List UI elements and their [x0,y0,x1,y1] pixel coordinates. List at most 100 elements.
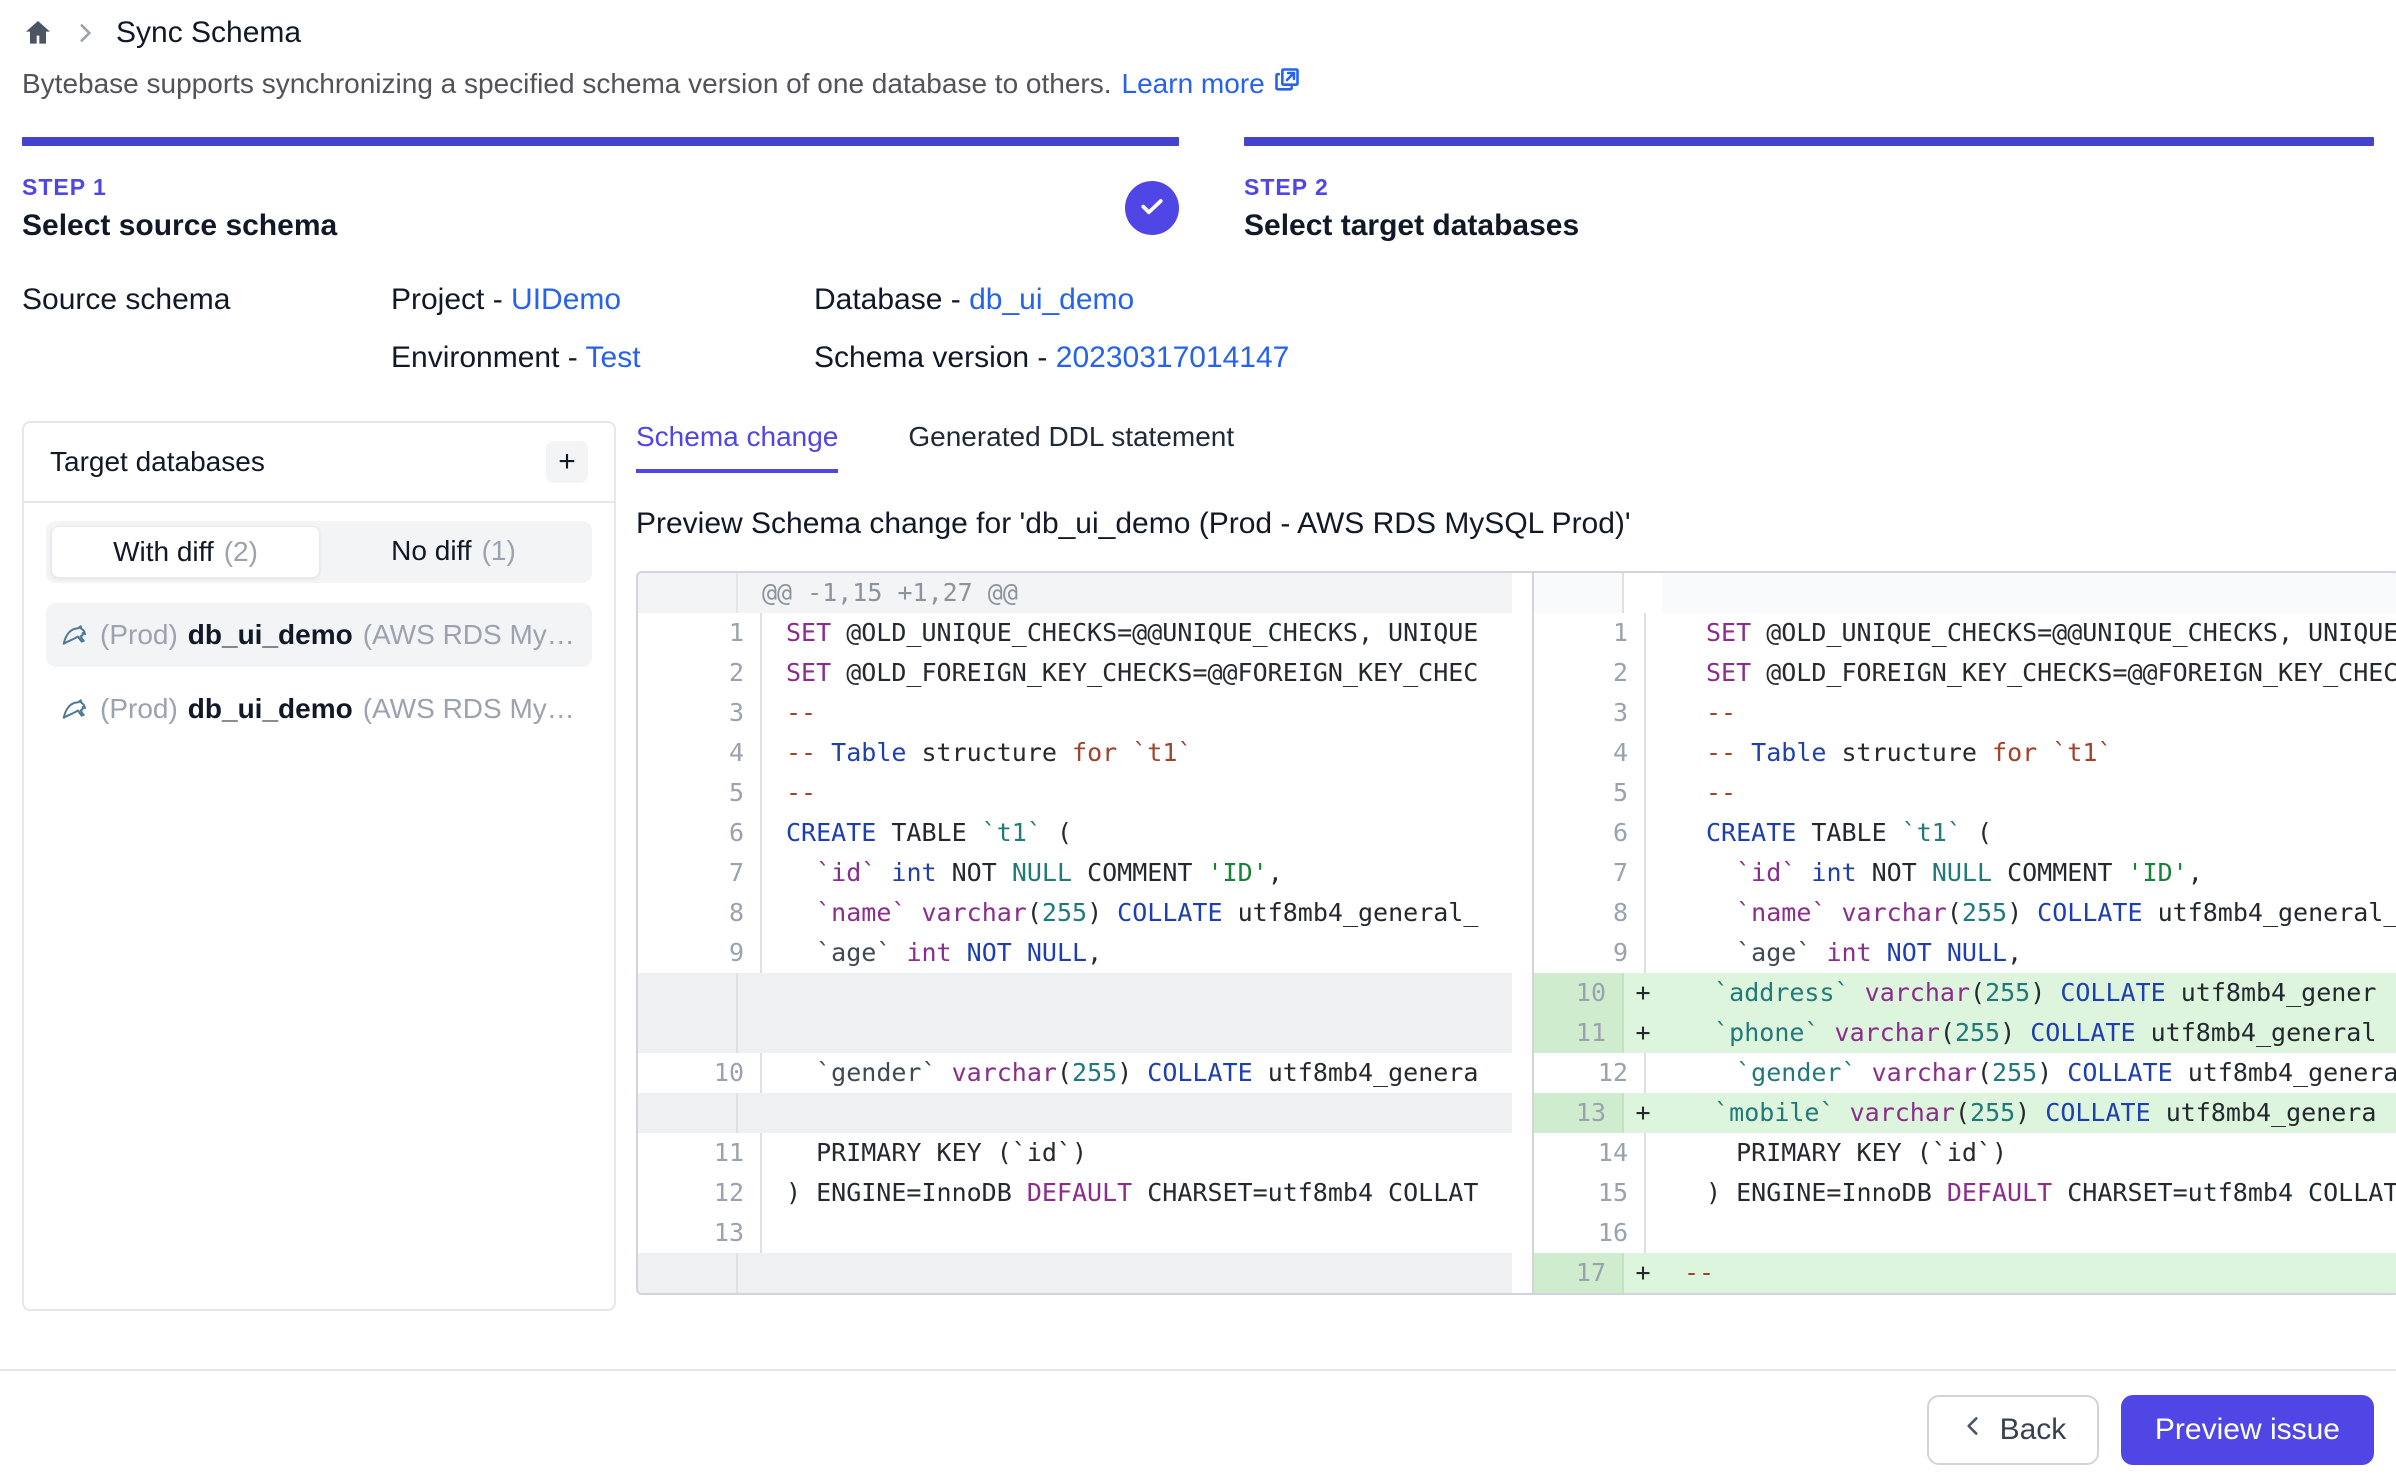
diff-code-line: PRIMARY KEY (`id`) [762,1133,1512,1173]
source-schema-summary: Source schema Project - UIDemo Database … [0,283,2396,375]
preview-issue-button[interactable]: Preview issue [2121,1395,2374,1465]
diff-row: 10 `gender` varchar(255) COLLATE utf8mb4… [638,1053,1512,1093]
diff-code-line: `phone` varchar(255) COLLATE utf8mb4_gen… [1662,1013,2396,1053]
diff-add-sign [1646,813,1684,853]
schema-diff-viewer[interactable]: @@ -1,15 +1,27 @@1SET @OLD_UNIQUE_CHECKS… [636,571,2396,1295]
diff-row: 1SET @OLD_UNIQUE_CHECKS=@@UNIQUE_CHECKS,… [638,613,1512,653]
diff-code-line: `address` varchar(255) COLLATE utf8mb4_g… [1662,973,2396,1013]
diff-line-number: 8 [1556,893,1646,933]
diff-line-number: 2 [1556,653,1646,693]
target-databases-title: Target databases [50,446,265,478]
home-icon[interactable] [22,17,54,49]
check-icon [1137,191,1167,226]
step-1-label: STEP 1 [22,174,1179,201]
diff-add-sign [1646,1173,1684,1213]
diff-add-sign [1646,613,1684,653]
diff-row: 9 `age` int NOT NULL, [638,933,1512,973]
diff-line-number: 13 [662,1213,762,1253]
field-project: Project - UIDemo [391,283,814,317]
sync-schema-page: Sync Schema Bytebase supports synchroniz… [0,0,2396,1480]
learn-more-link[interactable]: Learn more [1122,66,1301,101]
schema-change-section: Schema change Generated DDL statement Pr… [636,421,2396,1295]
diff-code-line: SET @OLD_UNIQUE_CHECKS=@@UNIQUE_CHECKS, … [762,613,1512,653]
diff-line-number: 9 [1556,933,1646,973]
diff-add-sign [1646,853,1684,893]
diff-line-number: 12 [1556,1053,1646,1093]
diff-line-number [638,1013,738,1053]
diff-code-line: `mobile` varchar(255) COLLATE utf8mb4_ge… [1662,1093,2396,1133]
diff-line-number: 6 [662,813,762,853]
diff-code-line: CREATE TABLE `t1` ( [762,813,1512,853]
field-database: Database - db_ui_demo [814,283,1289,317]
step-1-progress-bar [22,137,1179,146]
source-schema-label: Source schema [22,283,391,375]
diff-line-number: 15 [1556,1173,1646,1213]
diff-row: @@ -1,15 +1,27 @@ [638,573,1512,613]
tab-schema-change[interactable]: Schema change [636,421,838,473]
diff-add-sign [1646,653,1684,693]
diff-row: 16 [1534,1213,2396,1253]
diff-add-sign [1646,693,1684,733]
diff-code-line: -- Table structure for `t1` [1684,733,2396,773]
diff-row [638,1013,1512,1053]
diff-row: 9 `age` int NOT NULL, [1534,933,2396,973]
database-list-item[interactable]: (Prod) db_ui_demo (AWS RDS MyS... [46,603,592,667]
diff-add-sign [1624,573,1662,613]
database-list: (Prod) db_ui_demo (AWS RDS MyS... (Prod)… [46,603,592,741]
diff-line-number: 6 [1556,813,1646,853]
diff-line-number: 3 [662,693,762,733]
diff-row: 6CREATE TABLE `t1` ( [1534,813,2396,853]
diff-line-number: 10 [662,1053,762,1093]
diff-row: 3-- [1534,693,2396,733]
diff-line-number [638,1253,738,1293]
diff-code-line: ) ENGINE=InnoDB DEFAULT CHARSET=utf8mb4 … [1684,1173,2396,1213]
add-database-button[interactable]: + [546,441,588,483]
tab-no-diff[interactable]: No diff (1) [320,526,587,576]
step-1-completed-badge [1125,181,1179,235]
diff-code-line [762,1213,1512,1253]
schema-version-link[interactable]: 20230317014147 [1056,341,1290,374]
main-content: Target databases + With diff (2) No diff… [0,421,2396,1311]
diff-row: 7 `id` int NOT NULL COMMENT 'ID', [638,853,1512,893]
field-environment: Environment - Test [391,341,814,375]
back-button[interactable]: Back [1927,1395,2099,1465]
diff-code-line [1662,573,2396,613]
diff-code-line: `gender` varchar(255) COLLATE utf8mb4_ge… [762,1053,1512,1093]
footer-divider [0,1369,2396,1371]
diff-row: 13 [638,1213,1512,1253]
tab-generated-ddl[interactable]: Generated DDL statement [908,421,1234,473]
intro-text: Bytebase supports synchronizing a specif… [22,68,1112,100]
diff-pane-new: 1SET @OLD_UNIQUE_CHECKS=@@UNIQUE_CHECKS,… [1532,573,2396,1293]
diff-line-number: 7 [1556,853,1646,893]
diff-code-line [1684,1213,2396,1253]
diff-add-sign [1646,1053,1684,1093]
diff-row [638,1253,1512,1293]
diff-code-line: `id` int NOT NULL COMMENT 'ID', [762,853,1512,893]
diff-add-sign [1646,1213,1684,1253]
diff-pane-old: @@ -1,15 +1,27 @@1SET @OLD_UNIQUE_CHECKS… [638,573,1512,1293]
diff-code-line: `id` int NOT NULL COMMENT 'ID', [1684,853,2396,893]
diff-code-line [738,1013,1512,1053]
diff-code-line: PRIMARY KEY (`id`) [1684,1133,2396,1173]
project-link[interactable]: UIDemo [511,283,621,316]
diff-line-number: 11 [1534,1013,1624,1053]
diff-row: 14 PRIMARY KEY (`id`) [1534,1133,2396,1173]
diff-line-number [638,1093,738,1133]
diff-line-number: 12 [662,1173,762,1213]
step-2-title: Select target databases [1244,209,2374,243]
diff-row: 4-- Table structure for `t1` [1534,733,2396,773]
tab-with-diff[interactable]: With diff (2) [51,526,320,578]
database-link[interactable]: db_ui_demo [969,283,1134,316]
diff-code-line: -- [762,693,1512,733]
diff-row: 15 ) ENGINE=InnoDB DEFAULT CHARSET=utf8mb… [1534,1173,2396,1213]
environment-link[interactable]: Test [586,341,641,374]
diff-add-sign [1646,893,1684,933]
step-2-label: STEP 2 [1244,174,2374,201]
diff-code-line: -- [1684,773,2396,813]
diff-line-number: 9 [662,933,762,973]
diff-code-line: `name` varchar(255) COLLATE utf8mb4_gene… [762,893,1512,933]
no-diff-count: (1) [482,535,516,567]
chevron-right-icon [72,20,98,46]
database-list-item[interactable]: (Prod) db_ui_demo (AWS RDS MyS... [46,677,592,741]
diff-line-number: 17 [1534,1253,1624,1293]
